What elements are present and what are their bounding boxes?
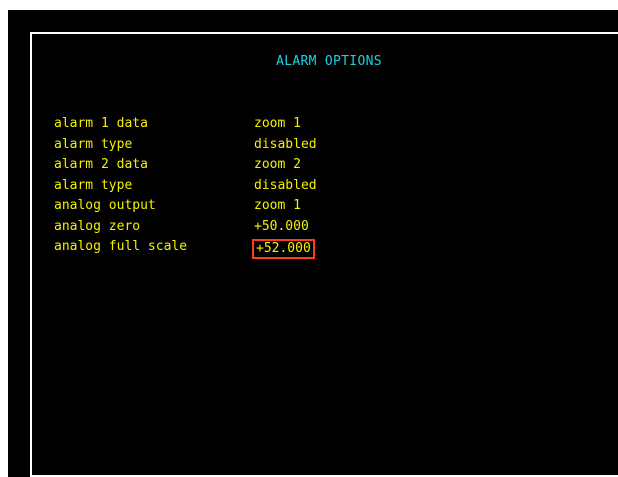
option-row-alarm-2-type[interactable]: alarm type disabled (54, 176, 354, 197)
option-row-alarm-1-data[interactable]: alarm 1 data zoom 1 (54, 114, 354, 135)
option-value[interactable]: disabled (254, 135, 317, 156)
option-value[interactable]: zoom 1 (254, 196, 301, 217)
option-row-alarm-1-type[interactable]: alarm type disabled (54, 135, 354, 156)
option-value[interactable]: zoom 1 (254, 114, 301, 135)
display-frame: ALARM OPTIONS alarm 1 data zoom 1 alarm … (8, 10, 618, 477)
option-label: analog zero (54, 218, 141, 234)
option-row-analog-output[interactable]: analog output zoom 1 (54, 196, 354, 217)
option-value-selected[interactable]: +52.000 (252, 239, 315, 259)
option-label: alarm 2 data (54, 157, 148, 172)
page-title: ALARM OPTIONS (276, 54, 382, 69)
option-value[interactable]: +50.000 (254, 217, 309, 238)
option-label: alarm 1 data (54, 116, 148, 131)
option-row-analog-full-scale[interactable]: analog full scale +52.000 (54, 237, 354, 259)
option-label: alarm type (54, 177, 133, 193)
option-label: analog output (54, 198, 156, 213)
option-label: analog full scale (54, 239, 188, 254)
option-row-analog-zero[interactable]: analog zero +50.000 (54, 217, 354, 238)
option-value[interactable]: zoom 2 (254, 155, 301, 176)
option-value[interactable]: disabled (254, 176, 317, 197)
screen-panel: ALARM OPTIONS alarm 1 data zoom 1 alarm … (30, 32, 618, 477)
option-row-alarm-2-data[interactable]: alarm 2 data zoom 2 (54, 155, 354, 176)
options-list: alarm 1 data zoom 1 alarm type disabled … (54, 114, 354, 259)
option-label: alarm type (54, 136, 133, 152)
